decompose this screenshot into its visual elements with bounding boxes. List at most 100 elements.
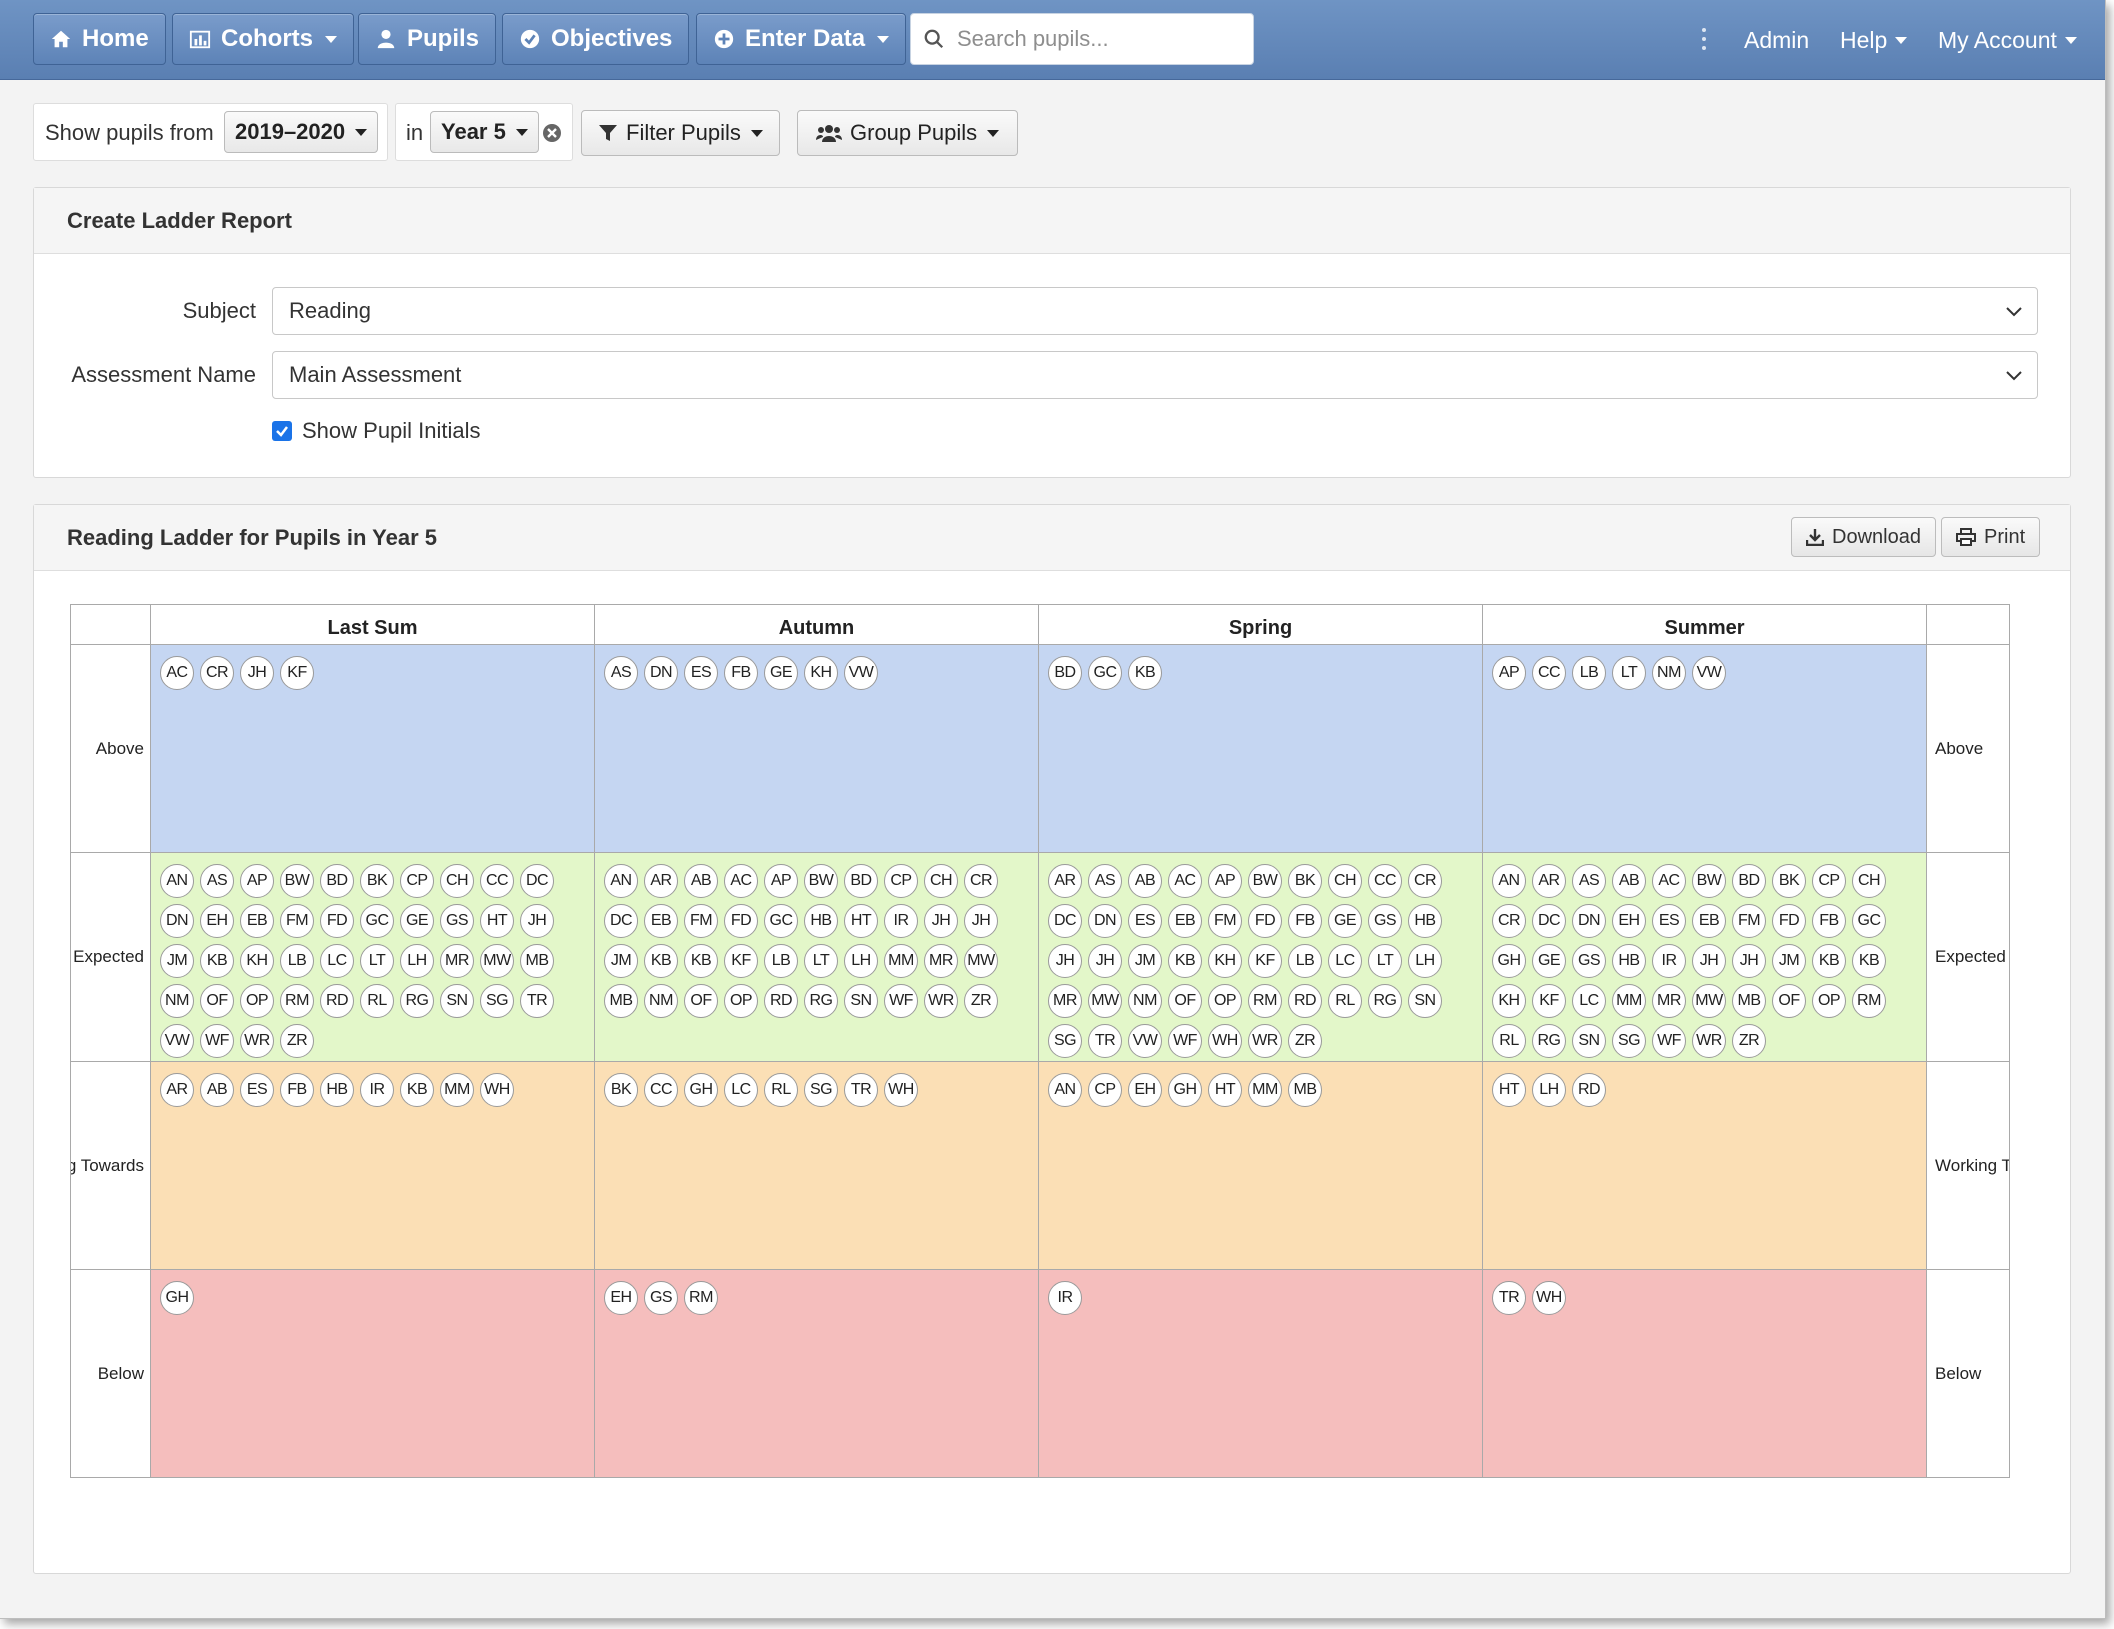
nav-account-dropdown[interactable]: My Account <box>1938 0 2077 80</box>
pupil-initials-bubble[interactable]: NM <box>644 984 678 1018</box>
pupil-initials-bubble[interactable]: ES <box>1128 904 1162 938</box>
pupil-initials-bubble[interactable]: HT <box>1492 1073 1526 1107</box>
pupil-initials-bubble[interactable]: FM <box>684 904 718 938</box>
pupil-initials-bubble[interactable]: AP <box>1208 864 1242 898</box>
pupil-initials-bubble[interactable]: OP <box>1812 984 1846 1018</box>
pupil-initials-bubble[interactable]: MW <box>480 944 514 978</box>
pupil-initials-bubble[interactable]: BW <box>804 864 838 898</box>
pupil-initials-bubble[interactable]: LT <box>1368 944 1402 978</box>
pupil-initials-bubble[interactable]: GC <box>360 904 394 938</box>
show-initials-checkbox[interactable] <box>272 421 292 441</box>
pupil-initials-bubble[interactable]: ES <box>240 1073 274 1107</box>
nav-home-button[interactable]: Home <box>33 13 166 65</box>
pupil-initials-bubble[interactable]: ES <box>684 656 718 690</box>
pupil-initials-bubble[interactable]: FD <box>724 904 758 938</box>
pupil-initials-bubble[interactable]: DC <box>1532 904 1566 938</box>
pupil-initials-bubble[interactable]: ZR <box>1732 1024 1766 1058</box>
pupil-initials-bubble[interactable]: LT <box>1612 656 1646 690</box>
pupil-initials-bubble[interactable]: LT <box>804 944 838 978</box>
pupil-initials-bubble[interactable]: FM <box>1732 904 1766 938</box>
pupil-initials-bubble[interactable]: SN <box>1408 984 1442 1018</box>
pupil-initials-bubble[interactable]: AP <box>764 864 798 898</box>
pupil-initials-bubble[interactable]: VW <box>1692 656 1726 690</box>
pupil-initials-bubble[interactable]: AN <box>160 864 194 898</box>
pupil-initials-bubble[interactable]: MR <box>1652 984 1686 1018</box>
pupil-initials-bubble[interactable]: KF <box>1532 984 1566 1018</box>
pupil-initials-bubble[interactable]: JM <box>1772 944 1806 978</box>
pupil-initials-bubble[interactable]: JH <box>924 904 958 938</box>
pupil-initials-bubble[interactable]: CH <box>924 864 958 898</box>
pupil-initials-bubble[interactable]: DC <box>520 864 554 898</box>
pupil-initials-bubble[interactable]: RG <box>400 984 434 1018</box>
pupil-initials-bubble[interactable]: RM <box>684 1281 718 1315</box>
pupil-initials-bubble[interactable]: WH <box>1532 1281 1566 1315</box>
pupil-initials-bubble[interactable]: KB <box>644 944 678 978</box>
pupil-initials-bubble[interactable]: VW <box>160 1024 194 1058</box>
pupil-initials-bubble[interactable]: OP <box>724 984 758 1018</box>
pupil-initials-bubble[interactable]: RL <box>764 1073 798 1107</box>
pupil-initials-bubble[interactable]: FD <box>320 904 354 938</box>
pupil-initials-bubble[interactable]: KF <box>280 656 314 690</box>
pupil-initials-bubble[interactable]: GH <box>1492 944 1526 978</box>
pupil-initials-bubble[interactable]: AC <box>1652 864 1686 898</box>
pupil-initials-bubble[interactable]: EB <box>240 904 274 938</box>
pupil-initials-bubble[interactable]: LH <box>1532 1073 1566 1107</box>
nav-admin-link[interactable]: Admin <box>1744 0 1809 80</box>
pupil-initials-bubble[interactable]: WR <box>1248 1024 1282 1058</box>
pupil-initials-bubble[interactable]: GS <box>644 1281 678 1315</box>
pupil-initials-bubble[interactable]: CC <box>644 1073 678 1107</box>
pupil-initials-bubble[interactable]: BK <box>360 864 394 898</box>
pupil-initials-bubble[interactable]: WF <box>200 1024 234 1058</box>
pupil-initials-bubble[interactable]: HB <box>804 904 838 938</box>
pupil-initials-bubble[interactable]: RM <box>1852 984 1886 1018</box>
pupil-initials-bubble[interactable]: AB <box>684 864 718 898</box>
print-button[interactable]: Print <box>1941 517 2041 557</box>
pupil-initials-bubble[interactable]: OF <box>1168 984 1202 1018</box>
pupil-initials-bubble[interactable]: FD <box>1772 904 1806 938</box>
pupil-initials-bubble[interactable]: RD <box>764 984 798 1018</box>
pupil-initials-bubble[interactable]: BW <box>280 864 314 898</box>
pupil-initials-bubble[interactable]: BK <box>1288 864 1322 898</box>
pupil-initials-bubble[interactable]: ZR <box>280 1024 314 1058</box>
year-group-dropdown[interactable]: Year 5 <box>430 111 539 153</box>
pupil-initials-bubble[interactable]: RG <box>1368 984 1402 1018</box>
pupil-initials-bubble[interactable]: CC <box>1368 864 1402 898</box>
pupil-initials-bubble[interactable]: EB <box>1168 904 1202 938</box>
pupil-initials-bubble[interactable]: SG <box>480 984 514 1018</box>
pupil-initials-bubble[interactable]: RM <box>280 984 314 1018</box>
pupil-initials-bubble[interactable]: WH <box>480 1073 514 1107</box>
pupil-initials-bubble[interactable]: VW <box>844 656 878 690</box>
pupil-initials-bubble[interactable]: FB <box>1288 904 1322 938</box>
pupil-initials-bubble[interactable]: NM <box>1128 984 1162 1018</box>
pupil-initials-bubble[interactable]: JM <box>160 944 194 978</box>
pupil-initials-bubble[interactable]: GE <box>400 904 434 938</box>
pupil-initials-bubble[interactable]: AP <box>240 864 274 898</box>
pupil-initials-bubble[interactable]: KF <box>724 944 758 978</box>
pupil-initials-bubble[interactable]: MM <box>440 1073 474 1107</box>
pupil-initials-bubble[interactable]: LC <box>1572 984 1606 1018</box>
pupil-initials-bubble[interactable]: KB <box>684 944 718 978</box>
pupil-initials-bubble[interactable]: EH <box>1612 904 1646 938</box>
pupil-initials-bubble[interactable]: WF <box>1652 1024 1686 1058</box>
pupil-initials-bubble[interactable]: KH <box>804 656 838 690</box>
pupil-initials-bubble[interactable]: RD <box>320 984 354 1018</box>
pupil-initials-bubble[interactable]: KB <box>1812 944 1846 978</box>
pupil-initials-bubble[interactable]: AR <box>160 1073 194 1107</box>
pupil-initials-bubble[interactable]: CR <box>1492 904 1526 938</box>
nav-pupils-button[interactable]: Pupils <box>358 13 497 65</box>
clear-filter-icon[interactable] <box>542 123 562 143</box>
pupil-initials-bubble[interactable]: BW <box>1692 864 1726 898</box>
pupil-initials-bubble[interactable]: GH <box>1168 1073 1202 1107</box>
pupil-initials-bubble[interactable]: BD <box>844 864 878 898</box>
pupil-initials-bubble[interactable]: FB <box>724 656 758 690</box>
pupil-initials-bubble[interactable]: FM <box>1208 904 1242 938</box>
pupil-initials-bubble[interactable]: RM <box>1248 984 1282 1018</box>
pupil-initials-bubble[interactable]: IR <box>884 904 918 938</box>
pupil-initials-bubble[interactable]: MB <box>604 984 638 1018</box>
pupil-initials-bubble[interactable]: BD <box>320 864 354 898</box>
pupil-initials-bubble[interactable]: GH <box>160 1281 194 1315</box>
pupil-initials-bubble[interactable]: JH <box>520 904 554 938</box>
pupil-initials-bubble[interactable]: KH <box>1208 944 1242 978</box>
pupil-initials-bubble[interactable]: MM <box>1248 1073 1282 1107</box>
pupil-initials-bubble[interactable]: JH <box>1088 944 1122 978</box>
